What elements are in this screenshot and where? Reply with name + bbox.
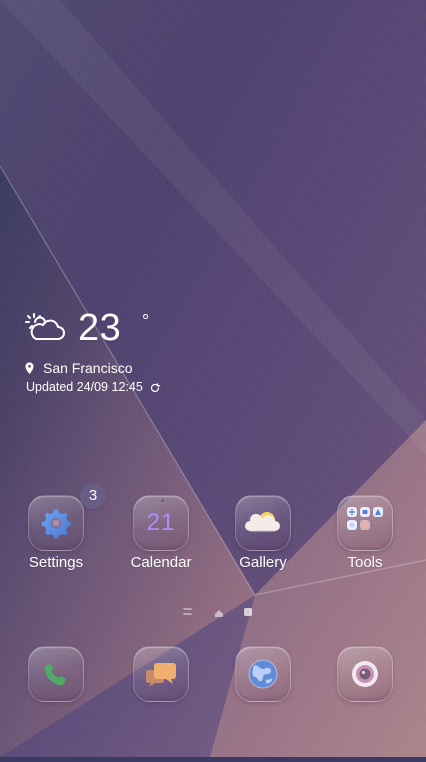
dock-messages[interactable] — [118, 646, 204, 706]
gallery-icon — [235, 495, 291, 551]
weather-location: San Francisco — [24, 359, 132, 377]
updated-time: Updated 24/09 12:45 — [26, 380, 143, 394]
home-indicator-icon — [215, 610, 223, 617]
dock-camera[interactable] — [322, 646, 408, 706]
camera-lens-icon — [352, 661, 378, 687]
weather-widget[interactable]: 23 ° San Francisco Updated 24/09 12:45 — [24, 307, 244, 398]
notification-badge: 3 — [80, 483, 106, 509]
page-indicators — [182, 605, 254, 619]
degree-symbol: ° — [142, 311, 150, 331]
dock-phone[interactable] — [13, 646, 99, 706]
settings-icon — [28, 495, 84, 551]
browser-icon — [235, 646, 291, 702]
app-settings[interactable]: 3 Settings — [13, 483, 106, 587]
folder-icon — [337, 495, 393, 551]
dock — [0, 646, 426, 706]
weather-updated: Updated 24/09 12:45 — [26, 380, 161, 394]
app-label: Settings — [28, 554, 84, 571]
calendar-icon: 21 — [133, 495, 189, 551]
folder-tools[interactable]: Tools — [322, 495, 408, 587]
app-label: Gallery — [239, 554, 287, 571]
phone-icon — [28, 646, 84, 702]
dock-browser[interactable] — [220, 646, 306, 706]
phone-handset-icon — [44, 663, 66, 686]
app-label: Calendar — [130, 554, 192, 571]
location-pin-icon — [25, 362, 34, 374]
calendar-binding-dot — [161, 499, 164, 502]
page-indicator-icon — [244, 608, 252, 616]
sun-cloud-icon — [245, 512, 280, 532]
app-gallery[interactable]: Gallery — [220, 495, 306, 587]
refresh-icon[interactable] — [149, 382, 161, 394]
tools-folder-grid-icon — [347, 507, 383, 530]
calendar-date: 21 — [146, 509, 176, 536]
camera-icon — [337, 646, 393, 702]
app-label: Tools — [347, 554, 383, 571]
location-name: San Francisco — [43, 360, 133, 376]
messages-icon — [133, 646, 189, 702]
app-calendar[interactable]: 21 Calendar — [118, 495, 204, 587]
partly-cloudy-icon — [25, 313, 65, 340]
temperature: 23 — [78, 307, 122, 349]
globe-icon — [248, 659, 278, 689]
menu-indicator-icon — [183, 608, 192, 615]
chat-bubbles-icon — [146, 663, 176, 687]
settings-gear-icon — [41, 509, 71, 539]
